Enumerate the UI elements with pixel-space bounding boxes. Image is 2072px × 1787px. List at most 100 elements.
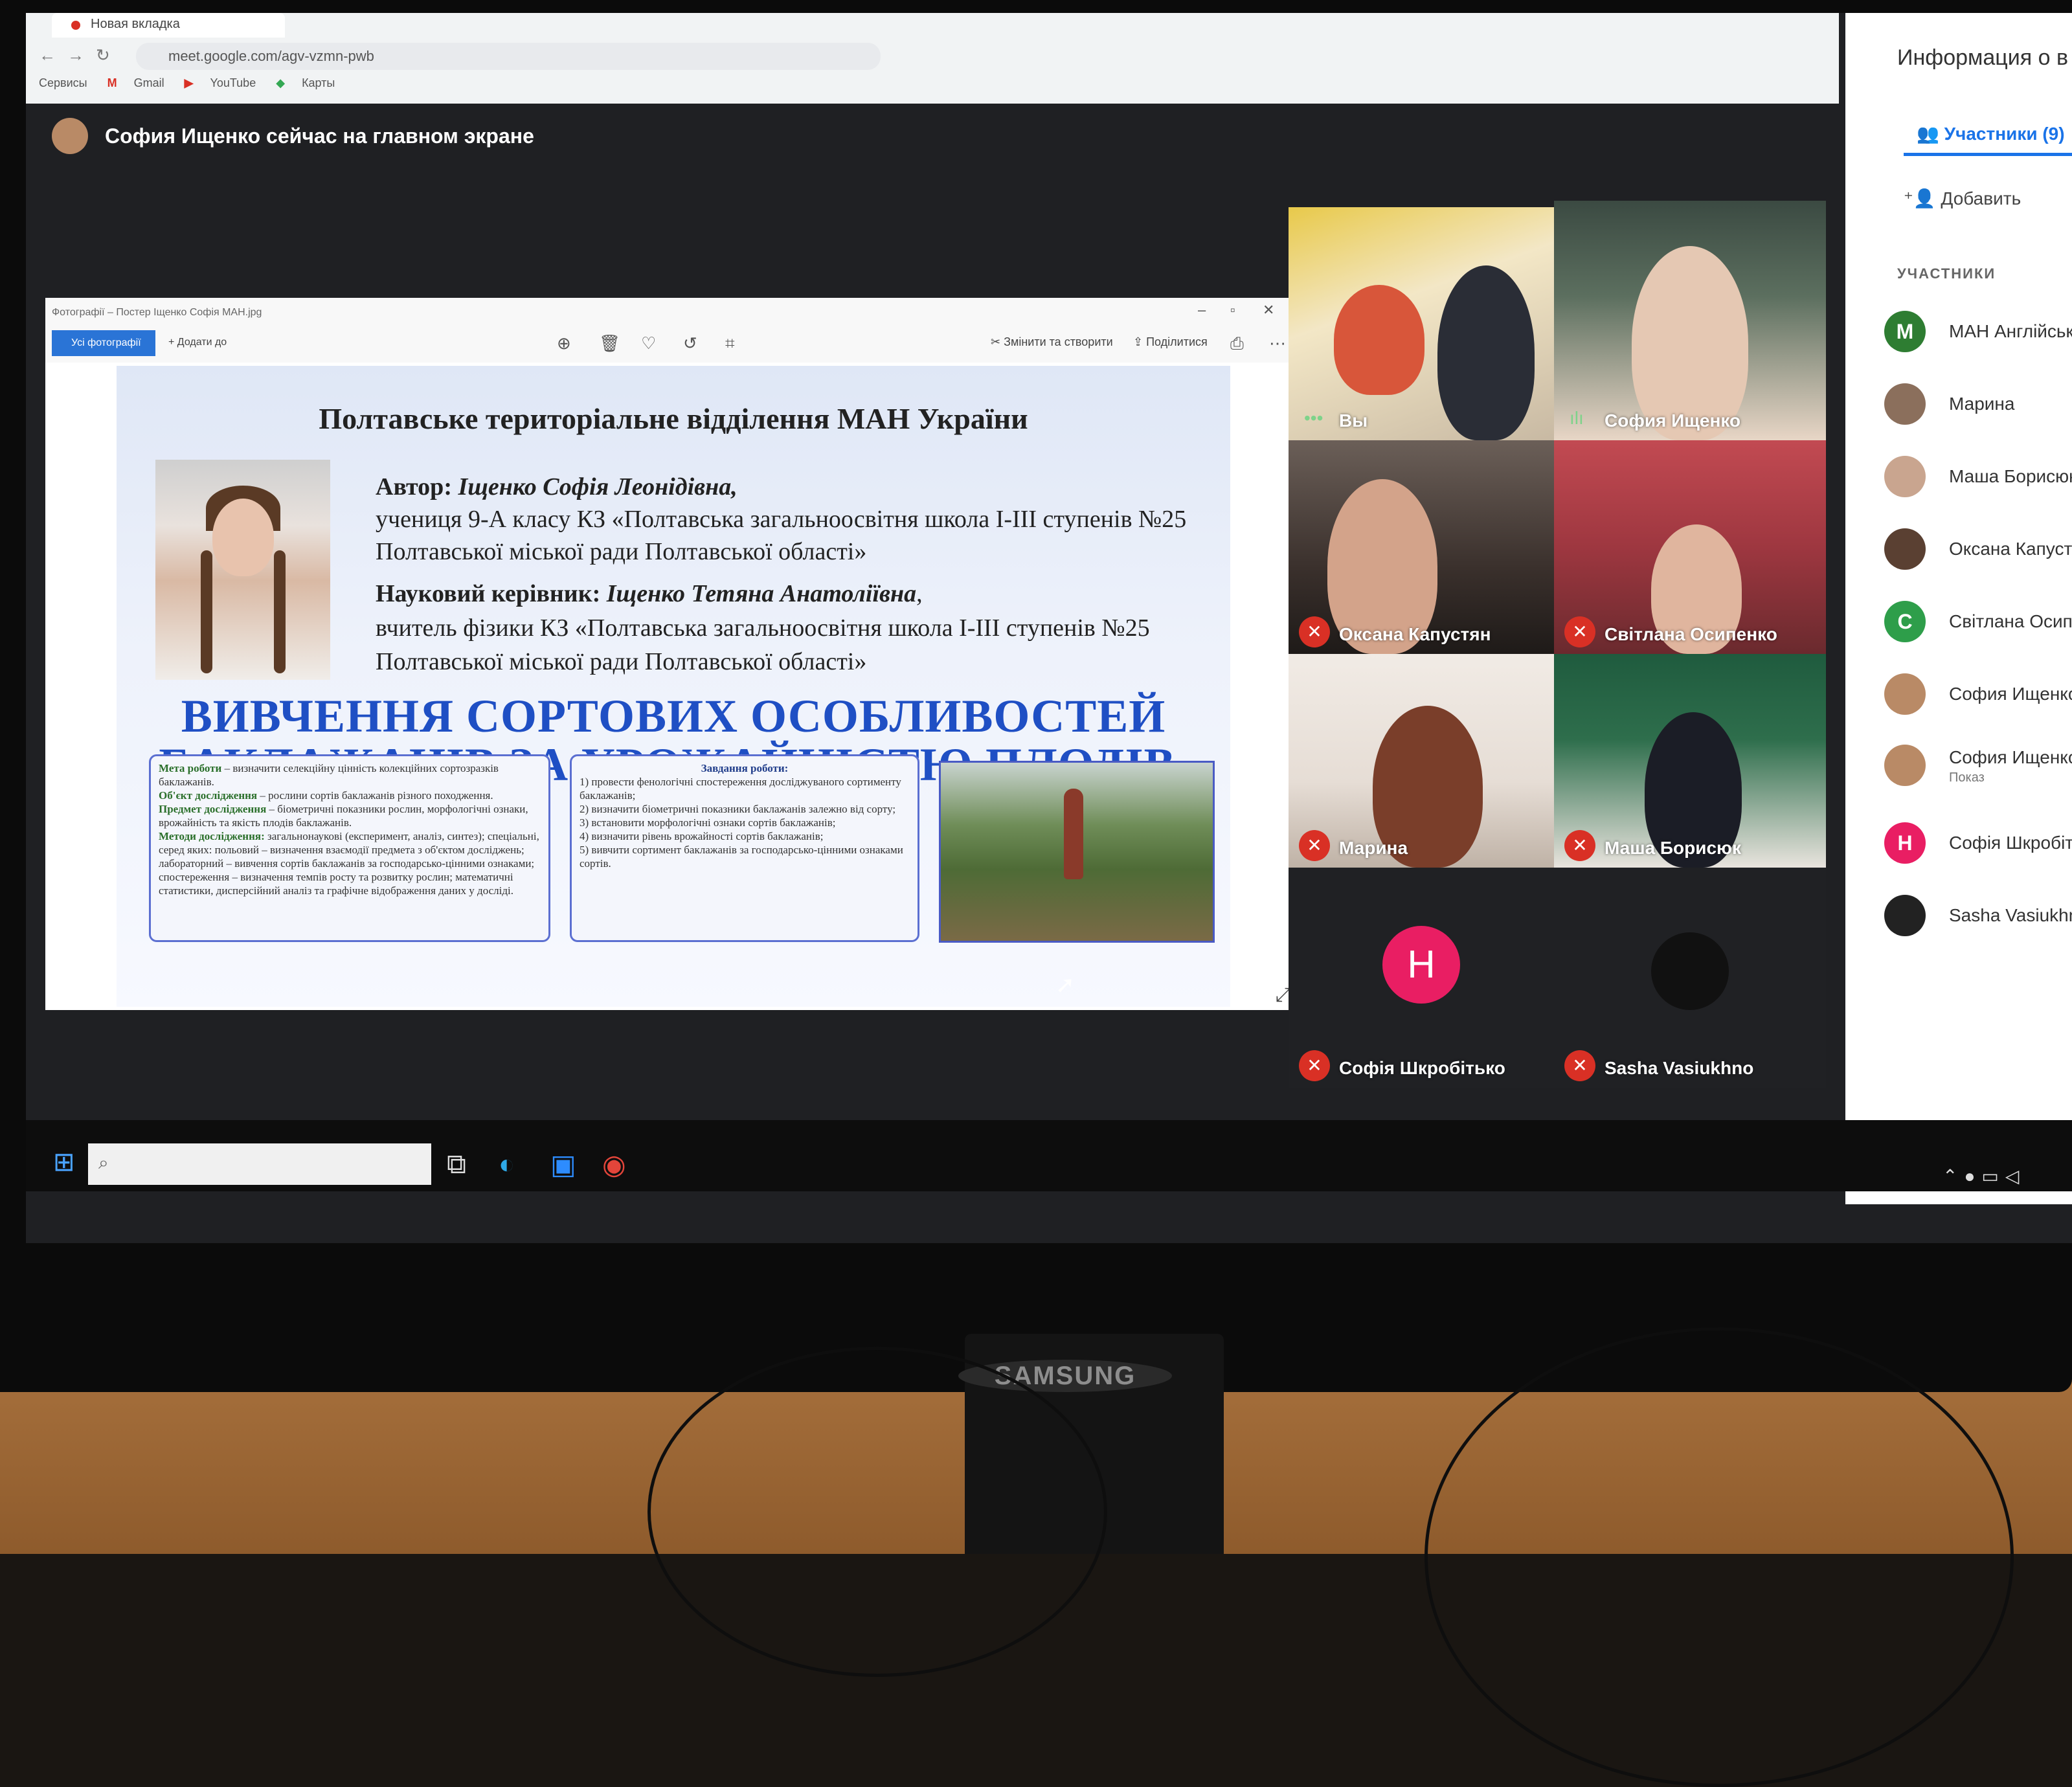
nav-buttons[interactable]: ←→↻ <box>39 45 122 65</box>
task-item: 1) провести фенологічні спостереження до… <box>580 776 901 802</box>
mic-off-icon: ✕ <box>1564 830 1595 861</box>
bookmark-gmail[interactable]: Gmail <box>134 76 164 89</box>
maximize-icon[interactable]: ▫ <box>1230 302 1235 319</box>
tab-all-photos[interactable]: Усі фотографії <box>52 330 155 356</box>
delete-icon[interactable]: 🗑 <box>599 333 620 354</box>
edit-create-button[interactable]: ✂ Змінити та створити <box>991 335 1113 349</box>
photo-face <box>212 499 274 576</box>
maps-icon: ◆ <box>276 76 286 89</box>
mic-off-icon: ✕ <box>1564 1050 1595 1081</box>
participant-item[interactable]: Оксана Капуст <box>1884 528 2072 574</box>
participant-name: Світлана Осипе <box>1949 611 2072 631</box>
avatar: H <box>1382 926 1460 1004</box>
task-item: 5) вивчити сортимент баклажанів за госпо… <box>580 844 903 870</box>
more-icon[interactable]: ⋯ <box>1269 333 1286 354</box>
avatar <box>1884 745 1926 786</box>
garden-person <box>1064 789 1083 879</box>
participants-section-label: УЧАСТНИКИ <box>1897 265 1996 282</box>
youtube-icon: ▶ <box>184 76 194 89</box>
participant-video-person <box>1437 265 1535 440</box>
chrome-icon[interactable]: ◉ <box>602 1149 626 1180</box>
author-city: Полтавської міської ради Полтавської обл… <box>376 538 867 565</box>
share-button[interactable]: ⇪ Поділитися <box>1133 335 1208 349</box>
zoom-app-icon[interactable]: ▣ <box>550 1149 576 1180</box>
subject-text: Предмет дослідження – біометричні показн… <box>159 803 528 829</box>
photos-toolbar: Фотографії – Постер Іщенко Софія МАН.jpg… <box>45 298 1301 363</box>
avatar <box>1884 895 1926 936</box>
video-tile[interactable]: ✕ Оксана Капустян <box>1289 440 1554 654</box>
avatar <box>1651 932 1729 1010</box>
poster-title: Полтавське територіальне відділення МАН … <box>319 402 1028 435</box>
minimize-icon[interactable]: – <box>1198 302 1206 319</box>
video-tile[interactable]: H ✕ Софія Шкробітько <box>1289 868 1554 1088</box>
task-view-icon[interactable]: ⧉ <box>447 1149 466 1180</box>
advisor-school: вчитель фізики КЗ «Полтавська загальноос… <box>376 614 1150 642</box>
rotate-icon[interactable]: ↺ <box>683 333 697 354</box>
cable <box>1424 1327 2014 1787</box>
video-tile[interactable]: ••• Вы <box>1289 207 1554 440</box>
video-tile[interactable]: ✕ Sasha Vasiukhno <box>1554 868 1826 1088</box>
bookmark-maps[interactable]: Карты <box>302 76 335 89</box>
advisor-city: Полтавської міської ради Полтавської обл… <box>376 648 867 675</box>
participant-item[interactable]: M МАН Англійськ <box>1884 311 2072 356</box>
zoom-icon[interactable]: ⊕ <box>557 333 571 354</box>
recording-dot-icon <box>71 21 80 30</box>
participant-item[interactable]: Sasha Vasiukhno <box>1884 895 2072 940</box>
participant-item[interactable]: София Ищенко Показ <box>1884 745 2072 790</box>
participant-item[interactable]: Маша Борисюк <box>1884 456 2072 501</box>
participant-name: МАН Англійськ <box>1949 321 2072 341</box>
gmail-icon: M <box>107 76 117 89</box>
participant-item[interactable]: H Софія Шкробітьк <box>1884 822 2072 868</box>
tab-participants[interactable]: 👥 Участники (9) <box>1917 123 2065 144</box>
poster-panel-goals: Мета роботи – визначити селекційну цінні… <box>149 754 550 942</box>
tab-underline <box>1904 153 2072 156</box>
crop-icon[interactable]: ⌗ <box>725 333 735 354</box>
browser-tab[interactable]: Новая вкладка <box>52 13 285 38</box>
address-bar[interactable]: meet.google.com/agv-vzmn-pwb <box>136 43 881 70</box>
audio-active-icon: ••• <box>1304 408 1323 428</box>
mic-off-icon: ✕ <box>1299 616 1330 647</box>
tab-title: Новая вкладка <box>91 17 180 31</box>
tile-name: Марина <box>1339 838 1408 858</box>
participant-item[interactable]: София Ищенко <box>1884 673 2072 719</box>
participant-name: Маша Борисюк <box>1949 466 2072 486</box>
share-label: Поділитися <box>1146 335 1208 348</box>
avatar <box>1884 383 1926 425</box>
add-participant-button[interactable]: ⁺👤 Добавить <box>1904 188 2021 209</box>
bookmark-youtube[interactable]: YouTube <box>210 76 256 89</box>
tile-name: София Ищенко <box>1605 410 1741 431</box>
author-name: Іщенко Софія Леонідівна, <box>458 473 738 500</box>
edge-icon[interactable]: ◐ <box>499 1149 515 1180</box>
print-icon[interactable]: ⎙ <box>1230 333 1244 354</box>
windows-start-icon[interactable]: ⊞ <box>53 1147 75 1177</box>
bookmark-services[interactable]: Сервисы <box>39 76 87 89</box>
favorite-icon[interactable]: ♡ <box>641 333 656 354</box>
video-tile[interactable]: ✕ Маша Борисюк <box>1554 654 1826 868</box>
author-line: Автор: Іщенко Софія Леонідівна, <box>376 473 738 501</box>
participant-name: Софія Шкробітьк <box>1949 833 2072 853</box>
add-to-button[interactable]: + Додати до <box>168 337 227 348</box>
photos-window-title: Фотографії – Постер Іщенко Софія МАН.jpg <box>52 307 262 318</box>
participant-item[interactable]: Марина <box>1884 383 2072 429</box>
cable <box>648 1347 1107 1677</box>
advisor-name: Іщенко Тетяна Анатоліївна <box>606 580 917 607</box>
author-label: Автор: <box>376 473 452 500</box>
mouse-cursor-icon: ➚ <box>1055 971 1075 998</box>
system-tray[interactable]: ⌃●▭◁ <box>1942 1165 2025 1187</box>
browser-chrome: Новая вкладка ←→↻ meet.google.com/agv-vz… <box>26 13 1839 104</box>
close-icon[interactable]: ✕ <box>1263 302 1274 319</box>
taskbar-search-input[interactable]: ⌕ <box>88 1143 431 1185</box>
participant-item[interactable]: C Світлана Осипе <box>1884 601 2072 646</box>
author-school: учениця 9-А класу КЗ «Полтавська загальн… <box>376 506 1187 533</box>
poster-image: Полтавське територіальне відділення МАН … <box>117 366 1230 1007</box>
tile-name: Вы <box>1339 410 1368 431</box>
audio-active-icon: ılı <box>1570 408 1584 428</box>
garden-photo <box>939 761 1215 943</box>
presenter-banner: София Ищенко сейчас на главном экране <box>52 110 534 162</box>
task-item: 2) визначити біометричні показники бакла… <box>580 803 896 815</box>
poster-panel-tasks: Завдання роботи: 1) провести фенологічні… <box>570 754 919 942</box>
advisor-label: Науковий керівник: <box>376 580 601 607</box>
video-tile[interactable]: ılı София Ищенко <box>1554 201 1826 440</box>
video-tile[interactable]: ✕ Марина <box>1289 654 1554 868</box>
video-tile[interactable]: ✕ Світлана Осипенко <box>1554 440 1826 654</box>
